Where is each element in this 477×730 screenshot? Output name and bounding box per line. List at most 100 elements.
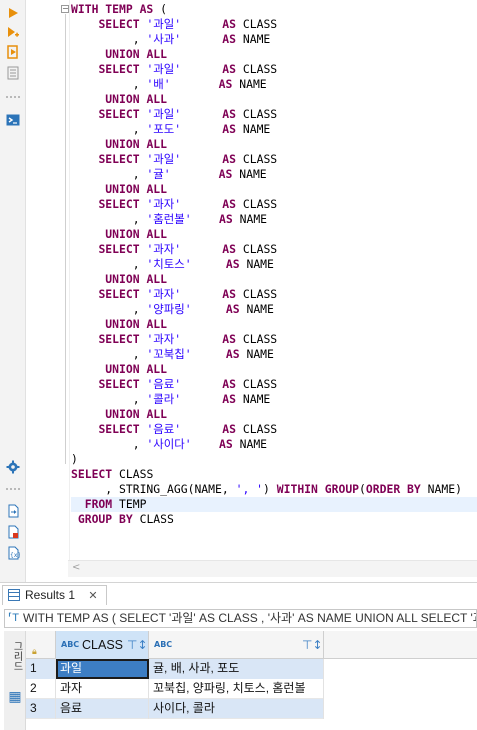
code-line[interactable]: SELECT CLASS (71, 467, 477, 482)
code-line[interactable]: FROM TEMP (71, 497, 477, 512)
code-line[interactable]: , STRING_AGG(NAME, ', ') WITHIN GROUP(OR… (71, 482, 477, 497)
code-line[interactable]: UNION ALL (71, 227, 477, 242)
toolbar-separator (6, 488, 20, 490)
execute-statement-icon[interactable] (6, 6, 20, 20)
sql-token: , (71, 257, 147, 271)
code-line[interactable]: SELECT '음료' AS CLASS (71, 422, 477, 437)
close-tab-icon[interactable]: ✕ (88, 590, 97, 602)
row-number[interactable]: 3 (26, 699, 56, 719)
sql-keyword: AS (219, 212, 233, 226)
code-line[interactable]: SELECT '음료' AS CLASS (71, 377, 477, 392)
collapse-fold-icon[interactable]: − (61, 5, 69, 13)
code-line[interactable]: SELECT '과자' AS CLASS (71, 197, 477, 212)
code-line[interactable]: SELECT '과자' AS CLASS (71, 332, 477, 347)
export-script-icon[interactable] (6, 504, 20, 518)
sql-string: '음료' (146, 377, 182, 391)
code-line[interactable]: UNION ALL (71, 92, 477, 107)
query-text-filter[interactable]: ⸢T WITH TEMP AS ( SELECT '과일' AS CLASS ,… (4, 609, 477, 628)
code-line[interactable]: WITH TEMP AS ( (71, 2, 477, 17)
sql-editor[interactable]: − WITH TEMP AS ( SELECT '과일' AS CLASS , … (26, 0, 477, 560)
sql-token: , (71, 302, 147, 316)
code-line[interactable]: , '사이다' AS NAME (71, 437, 477, 452)
sql-keyword: AS (222, 62, 237, 76)
code-line[interactable]: UNION ALL (71, 182, 477, 197)
table-row[interactable]: 3 음료 사이다, 콜라 (26, 699, 324, 719)
sql-token: CLASS (236, 422, 278, 436)
code-line[interactable]: , '홈런볼' AS NAME (71, 212, 477, 227)
code-line[interactable]: SELECT '과일' AS CLASS (71, 17, 477, 32)
code-line[interactable]: , '콜라' AS NAME (71, 392, 477, 407)
grid-table-icon[interactable]: ▦ (6, 689, 24, 705)
column-label: CLASS (82, 638, 123, 652)
scroll-left-arrow-icon[interactable]: < (72, 562, 80, 573)
cell-name[interactable]: 사이다, 콜라 (149, 699, 324, 719)
code-line[interactable]: UNION ALL (71, 317, 477, 332)
sql-token: CLASS (236, 107, 278, 121)
sql-string: '음료' (146, 422, 182, 436)
code-line[interactable]: SELECT '과자' AS CLASS (71, 287, 477, 302)
sql-keyword: UNION ALL (105, 227, 168, 241)
sql-keyword: AS (222, 377, 237, 391)
sql-keyword: UNION ALL (105, 362, 168, 376)
code-line[interactable]: SELECT '과일' AS CLASS (71, 62, 477, 77)
sql-keyword: UNION ALL (105, 182, 168, 196)
tab-results-1[interactable]: Results 1 ✕ (2, 585, 107, 605)
grid-view-tab[interactable]: 그리드 (6, 641, 24, 671)
sort-filter-icon[interactable]: ⊤↕ (127, 637, 148, 653)
sql-token: NAME (232, 437, 268, 451)
code-line[interactable]: UNION ALL (71, 47, 477, 62)
terminal-icon[interactable] (6, 113, 20, 127)
sql-code[interactable]: WITH TEMP AS ( SELECT '과일' AS CLASS , '사… (71, 2, 477, 527)
load-script-icon[interactable] (6, 525, 20, 539)
row-number[interactable]: 1 (26, 659, 56, 679)
code-line[interactable]: , '배' AS NAME (71, 77, 477, 92)
code-line[interactable]: UNION ALL (71, 137, 477, 152)
code-line[interactable]: GROUP BY CLASS (71, 512, 477, 527)
explain-plan-icon[interactable] (6, 66, 20, 80)
code-line[interactable]: SELECT '과일' AS CLASS (71, 152, 477, 167)
execute-in-new-tab-icon[interactable] (6, 25, 20, 39)
execute-script-icon[interactable] (6, 45, 20, 59)
code-line[interactable]: ) (71, 452, 477, 467)
cell-name[interactable]: 귤, 배, 사과, 포도 (149, 659, 324, 679)
filter-sql-icon[interactable]: ⸢T (8, 610, 19, 627)
sql-keyword: AS (222, 107, 237, 121)
code-line[interactable]: UNION ALL (71, 407, 477, 422)
code-line[interactable]: UNION ALL (71, 362, 477, 377)
sql-string: '꼬북칩' (146, 347, 192, 361)
cell-class[interactable]: 음료 (56, 699, 149, 719)
settings-gear-icon[interactable] (6, 460, 20, 474)
editor-horizontal-scrollbar[interactable]: < (68, 560, 477, 577)
column-header-string-agg[interactable]: ABC ⊤↕ (149, 631, 324, 659)
code-line[interactable]: , '포도' AS NAME (71, 122, 477, 137)
sql-token: CLASS (236, 332, 278, 346)
code-line[interactable]: , '꼬북칩' AS NAME (71, 347, 477, 362)
code-line[interactable]: , '양파링' AS NAME (71, 302, 477, 317)
sql-keyword: SELECT (98, 377, 140, 391)
sort-filter-icon[interactable]: ⊤↕ (302, 637, 323, 653)
code-line[interactable]: SELECT '과자' AS CLASS (71, 242, 477, 257)
column-header-class[interactable]: ABC CLASS ⊤↕ (56, 631, 149, 659)
sql-keyword: AS (222, 422, 237, 436)
table-row[interactable]: 2 과자 꼬북칩, 양파링, 치토스, 홈런볼 (26, 679, 324, 699)
cell-name[interactable]: 꼬북칩, 양파링, 치토스, 홈런볼 (149, 679, 324, 699)
sql-string: '포도' (146, 122, 182, 136)
row-number[interactable]: 2 (26, 679, 56, 699)
variables-icon[interactable]: {x} (6, 546, 20, 560)
sql-keyword: ORDER BY (365, 482, 421, 496)
code-line[interactable]: , '치토스' AS NAME (71, 257, 477, 272)
table-row[interactable]: 1 과일 귤, 배, 사과, 포도 (26, 659, 324, 679)
cell-class[interactable]: 과자 (56, 679, 149, 699)
code-line[interactable]: , '귤' AS NAME (71, 167, 477, 182)
code-line[interactable]: UNION ALL (71, 272, 477, 287)
cell-class[interactable]: 과일 (56, 659, 149, 679)
code-line[interactable]: , '사과' AS NAME (71, 32, 477, 47)
code-line[interactable]: SELECT '과일' AS CLASS (71, 107, 477, 122)
